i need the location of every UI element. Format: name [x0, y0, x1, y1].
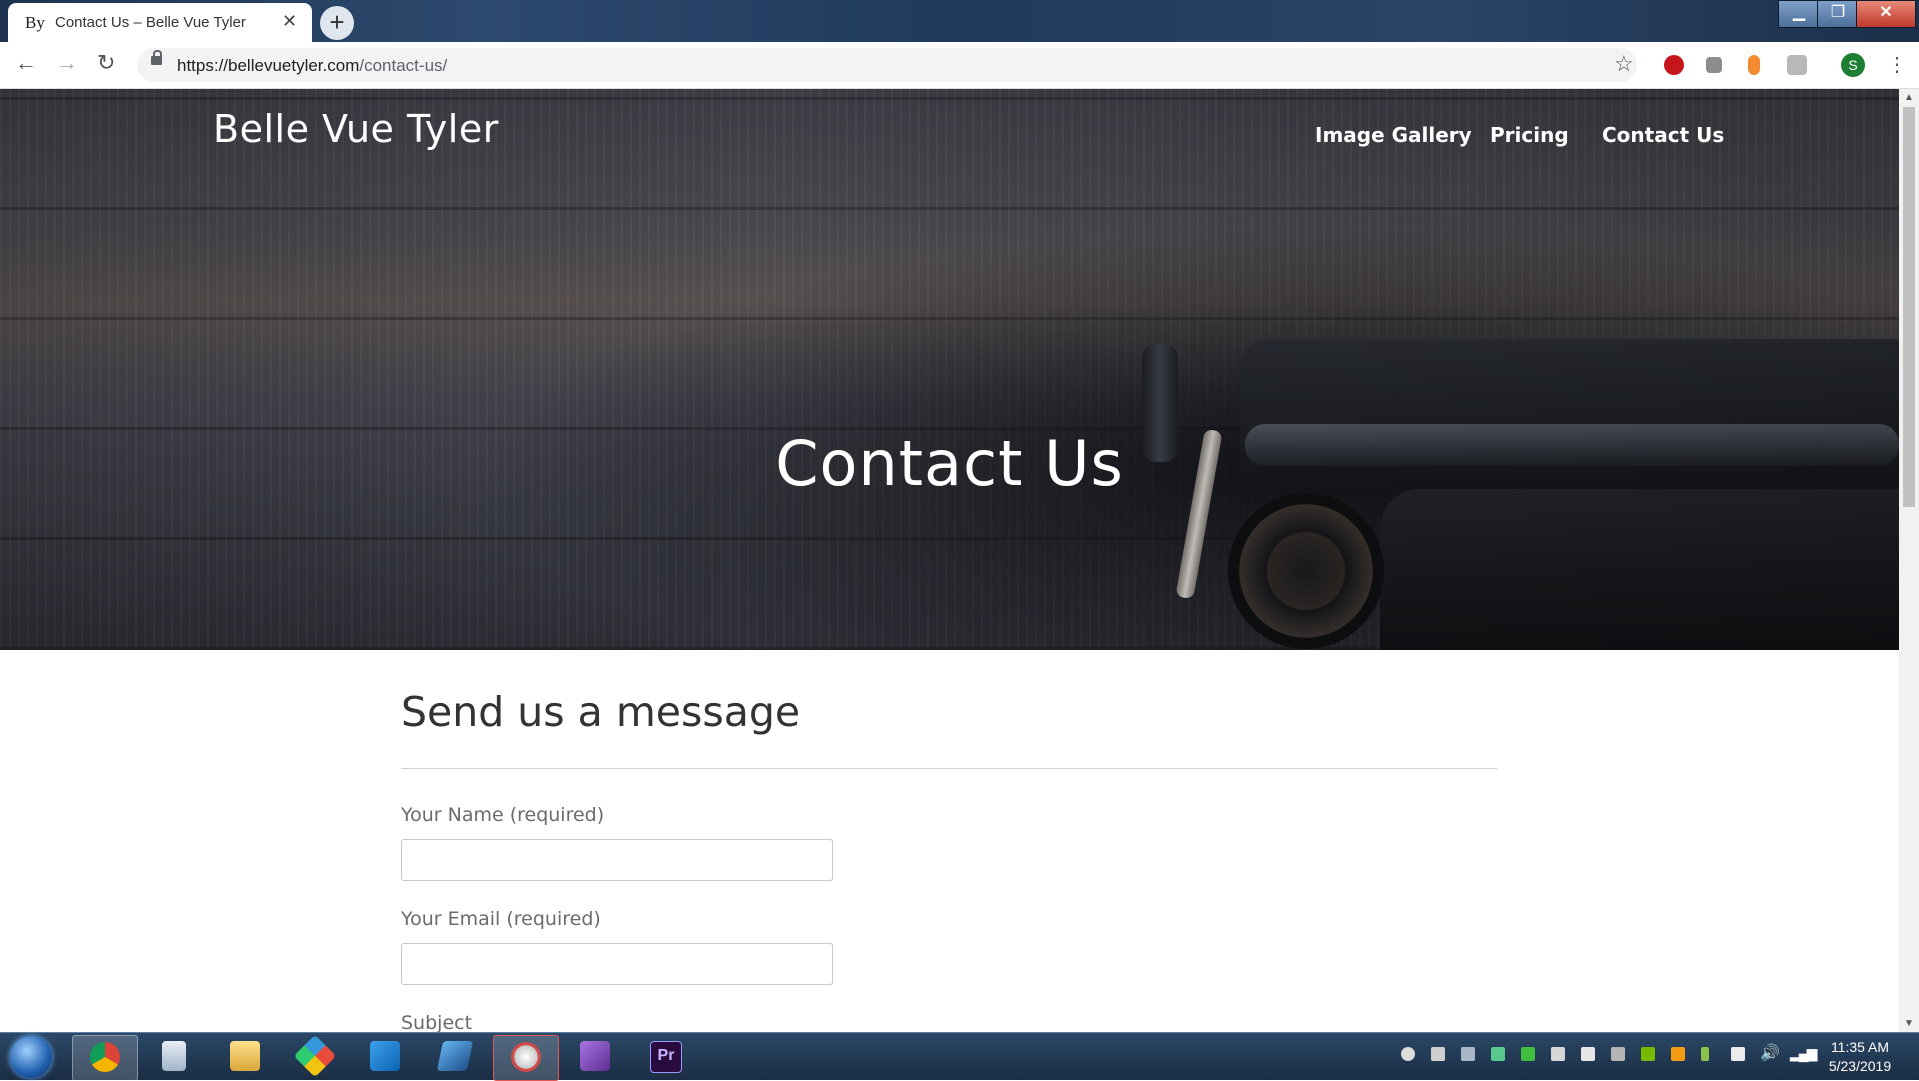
page-scrollbar[interactable]: ▲ ▼: [1899, 89, 1919, 1032]
tab-strip: By Contact Us – Belle Vue Tyler ✕ + ▁ ❐ …: [0, 0, 1919, 42]
keyboard-tray-icon[interactable]: [1431, 1047, 1445, 1061]
cloud-tray-icon[interactable]: [1401, 1047, 1415, 1061]
display-tray-icon[interactable]: [1581, 1047, 1595, 1061]
app-tray-icon[interactable]: [1491, 1047, 1505, 1061]
url-host: https://bellevuetyler.com: [177, 56, 360, 75]
snipping-tool-icon: [511, 1042, 541, 1072]
url-text[interactable]: https://bellevuetyler.com/contact-us/: [177, 56, 447, 76]
taskbar-file-explorer[interactable]: [213, 1035, 277, 1079]
hero-banner: Belle Vue Tyler Image Gallery Pricing Co…: [0, 89, 1899, 650]
name-field[interactable]: [401, 839, 833, 881]
volume-icon[interactable]: 🔊: [1760, 1043, 1780, 1063]
taskbar-snipping-tool[interactable]: [493, 1035, 559, 1081]
site-title[interactable]: Belle Vue Tyler: [213, 107, 499, 151]
usb-tray-icon[interactable]: [1701, 1047, 1709, 1061]
profile-avatar[interactable]: S: [1841, 53, 1865, 77]
scroll-up-icon[interactable]: ▲: [1904, 92, 1914, 103]
email-label: Your Email (required): [401, 908, 601, 930]
lock-icon[interactable]: [151, 50, 162, 65]
clock-time: 11:35 AM: [1830, 1039, 1890, 1055]
maximize-button[interactable]: ❐: [1817, 0, 1859, 28]
nvidia-tray-icon[interactable]: [1641, 1047, 1655, 1061]
drive-tray-icon[interactable]: [1611, 1047, 1625, 1061]
taskbar-premiere-pro[interactable]: Pr: [633, 1035, 697, 1079]
page-viewport: Belle Vue Tyler Image Gallery Pricing Co…: [0, 89, 1899, 1032]
taskbar-git[interactable]: [283, 1034, 347, 1079]
close-window-button[interactable]: ✕: [1856, 0, 1916, 28]
powershell-icon: [436, 1041, 474, 1071]
nav-link-image-gallery[interactable]: Image Gallery: [1315, 123, 1472, 147]
visual-studio-icon: [580, 1041, 610, 1071]
form-heading: Send us a message: [401, 688, 801, 736]
email-field[interactable]: [401, 943, 833, 985]
video-extension-icon[interactable]: [1664, 55, 1684, 75]
forward-arrow-icon[interactable]: →: [56, 50, 78, 76]
new-tab-button[interactable]: +: [320, 6, 354, 40]
scroll-down-icon[interactable]: ▼: [1904, 1018, 1914, 1029]
edit-extension-icon[interactable]: [1706, 57, 1722, 73]
close-tab-icon[interactable]: ✕: [282, 11, 297, 32]
site-favicon-icon: By: [25, 13, 45, 32]
git-icon: [293, 1034, 337, 1078]
back-arrow-icon[interactable]: ←: [15, 50, 37, 76]
taskbar-visual-studio[interactable]: [563, 1035, 627, 1079]
bookmark-star-icon[interactable]: ☆: [1614, 51, 1634, 77]
security-tray-icon[interactable]: [1671, 1047, 1685, 1061]
address-bar[interactable]: https://bellevuetyler.com/contact-us/: [137, 48, 1637, 82]
reload-icon[interactable]: ↻: [97, 50, 115, 76]
tab-title: Contact Us – Belle Vue Tyler: [55, 14, 246, 31]
scrollbar-thumb[interactable]: [1903, 107, 1915, 507]
file-explorer-icon: [230, 1041, 260, 1071]
taskbar-clock[interactable]: 11:35 AM 5/23/2019: [1810, 1038, 1910, 1076]
printer-tray-icon[interactable]: [1551, 1047, 1565, 1061]
devices-tray-icon[interactable]: [1461, 1047, 1475, 1061]
taskbar-calculator[interactable]: [142, 1035, 206, 1079]
addon-extension-icon[interactable]: [1748, 55, 1760, 75]
start-button[interactable]: [10, 1036, 52, 1078]
hero-overlay: [0, 89, 1899, 650]
menu-kebab-icon[interactable]: ⋮: [1887, 52, 1907, 77]
browser-tab[interactable]: By Contact Us – Belle Vue Tyler ✕: [8, 3, 312, 42]
subject-label: Subject: [401, 1012, 473, 1032]
divider: [401, 768, 1497, 769]
power-tray-icon[interactable]: [1731, 1047, 1745, 1061]
calculator-icon: [162, 1041, 186, 1071]
clock-date: 5/23/2019: [1828, 1058, 1892, 1074]
url-path: /contact-us/: [359, 56, 448, 75]
nav-link-pricing[interactable]: Pricing: [1490, 123, 1569, 147]
taskbar-powershell[interactable]: [423, 1035, 487, 1079]
nav-link-contact-us[interactable]: Contact Us: [1602, 123, 1724, 147]
taskbar-vscode[interactable]: [353, 1035, 417, 1079]
premiere-pro-icon: Pr: [650, 1041, 682, 1073]
minimize-button[interactable]: ▁: [1778, 0, 1820, 28]
sheet-tray-icon[interactable]: [1521, 1047, 1535, 1061]
windows-taskbar: Pr 🔊 ▂▄▆ 11:35 AM 5/23/2019: [0, 1032, 1919, 1081]
page-title: Contact Us: [775, 427, 1124, 500]
vscode-icon: [370, 1041, 400, 1071]
name-label: Your Name (required): [401, 804, 605, 826]
briefcase-extension-icon[interactable]: [1787, 55, 1807, 75]
chrome-icon: [90, 1042, 120, 1072]
taskbar-chrome[interactable]: [72, 1035, 138, 1081]
